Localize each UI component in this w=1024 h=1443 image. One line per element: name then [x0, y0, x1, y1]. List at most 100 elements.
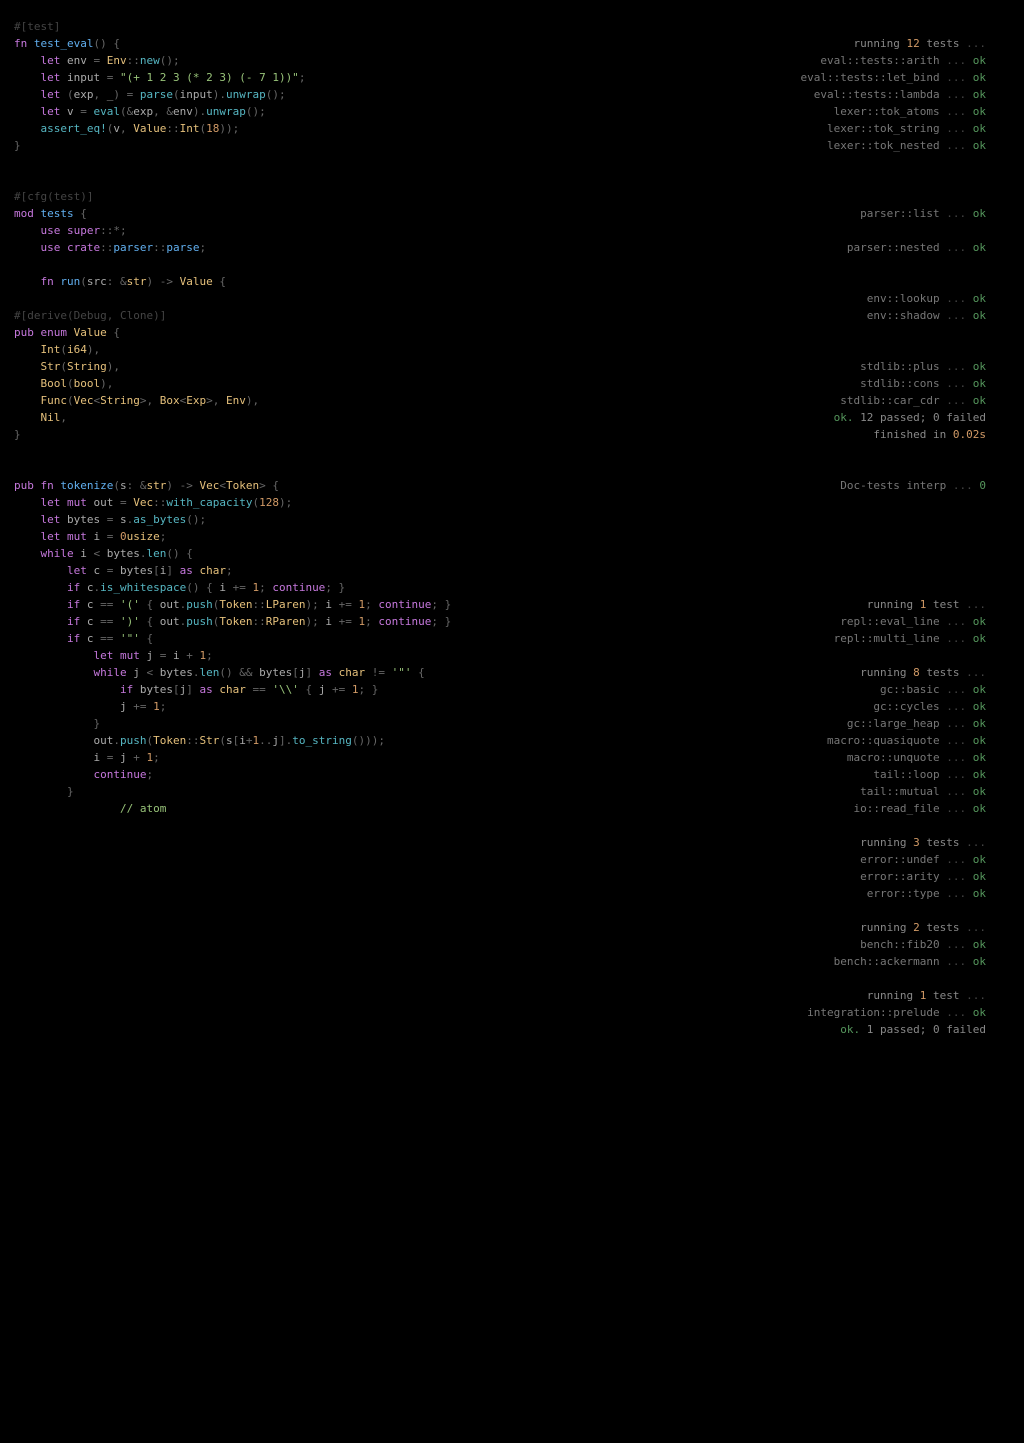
- code-line: Str(String),: [14, 358, 484, 375]
- test-result: ok: [973, 751, 986, 764]
- code-line: out.push(Token::Str(s[i+1..j].to_string(…: [14, 732, 484, 749]
- code-line: [14, 256, 484, 273]
- test-output-line: Doc-tests interp ... 0: [494, 477, 1010, 494]
- code-line: let bytes = s.as_bytes();: [14, 511, 484, 528]
- code-line: if c == ')' { out.push(Token::RParen); i…: [14, 613, 484, 630]
- test-location: macro::unquote: [847, 751, 940, 764]
- running-label: running: [860, 666, 906, 679]
- test-output-line: [494, 222, 1010, 239]
- test-output-line: eval::tests::arith ... ok: [494, 52, 1010, 69]
- test-output-line: [494, 647, 1010, 664]
- test-location: integration::prelude: [807, 1006, 939, 1019]
- test-location: tail::mutual: [860, 785, 939, 798]
- test-location: error::type: [867, 887, 940, 900]
- test-result: ok: [973, 938, 986, 951]
- test-output-line: macro::quasiquote ... ok: [494, 732, 1010, 749]
- test-output-line: io::read_file ... ok: [494, 800, 1010, 817]
- code-line: assert_eq!(v, Value::Int(18));: [14, 120, 484, 137]
- test-result: ok: [973, 122, 986, 135]
- test-summary: 1 passed; 0 failed: [867, 1023, 986, 1036]
- test-output-line: [494, 460, 1010, 477]
- test-output-line: error::undef ... ok: [494, 851, 1010, 868]
- test-output-line: [494, 579, 1010, 596]
- test-output-line: repl::eval_line ... ok: [494, 613, 1010, 630]
- code-line: let mut i = 0usize;: [14, 528, 484, 545]
- code-line: let mut j = i + 1;: [14, 647, 484, 664]
- test-location: lexer::tok_atoms: [834, 105, 940, 118]
- test-result: ok: [973, 768, 986, 781]
- test-result: ok: [973, 54, 986, 67]
- test-result: ok: [973, 717, 986, 730]
- test-location: parser::list: [860, 207, 939, 220]
- code-line: let mut out = Vec::with_capacity(128);: [14, 494, 484, 511]
- test-count: 2: [913, 921, 920, 934]
- test-output-line: running 1 test ...: [494, 987, 1010, 1004]
- test-output-line: [494, 154, 1010, 171]
- test-location: stdlib::cons: [860, 377, 939, 390]
- test-output-line: bench::ackermann ... ok: [494, 953, 1010, 970]
- test-output-line: gc::basic ... ok: [494, 681, 1010, 698]
- test-output-line: [494, 443, 1010, 460]
- test-result: ok: [973, 241, 986, 254]
- test-output-line: [494, 562, 1010, 579]
- test-location: error::arity: [860, 870, 939, 883]
- code-line: let input = "(+ 1 2 3 (* 2 3) (- 7 1))";: [14, 69, 484, 86]
- test-location: error::undef: [860, 853, 939, 866]
- test-result: ok: [973, 955, 986, 968]
- test-output-line: error::type ... ok: [494, 885, 1010, 902]
- test-output-line: [494, 341, 1010, 358]
- code-line: let env = Env::new();: [14, 52, 484, 69]
- test-output-pane: running 12 tests ...eval::tests::arith .…: [484, 18, 1010, 1038]
- terminal-pane-split: #[test] fn test_eval() { let env = Env::…: [0, 0, 1024, 1056]
- test-result: ok: [973, 105, 986, 118]
- test-result: ok: [973, 615, 986, 628]
- test-result: ok: [973, 870, 986, 883]
- test-output-line: tail::mutual ... ok: [494, 783, 1010, 800]
- test-location: lexer::tok_nested: [827, 139, 940, 152]
- test-output-line: [494, 970, 1010, 987]
- code-line: }: [14, 715, 484, 732]
- test-output-line: [494, 273, 1010, 290]
- test-result: ok: [973, 887, 986, 900]
- code-line: #[cfg(test)]: [14, 188, 484, 205]
- code-line: [14, 290, 484, 307]
- code-line: Func(Vec<String>, Box<Exp>, Env),: [14, 392, 484, 409]
- code-line: Int(i64),: [14, 341, 484, 358]
- code-line: while i < bytes.len() {: [14, 545, 484, 562]
- code-line: let v = eval(&exp, &env).unwrap();: [14, 103, 484, 120]
- test-result: ok: [973, 683, 986, 696]
- code-line: }: [14, 426, 484, 443]
- code-line: [14, 171, 484, 188]
- test-location: eval::tests::arith: [820, 54, 939, 67]
- code-line: use super::*;: [14, 222, 484, 239]
- test-output-line: running 2 tests ...: [494, 919, 1010, 936]
- test-output-line: running 3 tests ...: [494, 834, 1010, 851]
- test-location: tail::loop: [873, 768, 939, 781]
- test-result: ok: [973, 139, 986, 152]
- test-output-line: integration::prelude ... ok: [494, 1004, 1010, 1021]
- test-result: ok: [973, 292, 986, 305]
- code-line: [14, 460, 484, 477]
- test-output-line: env::lookup ... ok: [494, 290, 1010, 307]
- test-output-line: [494, 511, 1010, 528]
- test-location: eval::tests::lambda: [814, 88, 940, 101]
- test-location: parser::nested: [847, 241, 940, 254]
- test-count: 3: [913, 836, 920, 849]
- test-result: ok: [973, 71, 986, 84]
- test-output-line: repl::multi_line ... ok: [494, 630, 1010, 647]
- test-count: 12: [907, 37, 920, 50]
- test-count: 1: [920, 989, 927, 1002]
- code-line: if c.is_whitespace() { i += 1; continue;…: [14, 579, 484, 596]
- code-line: fn run(src: &str) -> Value {: [14, 273, 484, 290]
- test-output-line: [494, 256, 1010, 273]
- test-location: repl::multi_line: [834, 632, 940, 645]
- code-line: pub enum Value {: [14, 324, 484, 341]
- test-location: gc::large_heap: [847, 717, 940, 730]
- test-output-line: bench::fib20 ... ok: [494, 936, 1010, 953]
- code-line: #[derive(Debug, Clone)]: [14, 307, 484, 324]
- test-output-line: stdlib::plus ... ok: [494, 358, 1010, 375]
- code-pane: #[test] fn test_eval() { let env = Env::…: [14, 18, 484, 1038]
- test-output-line: error::arity ... ok: [494, 868, 1010, 885]
- test-result: ok: [973, 734, 986, 747]
- test-output-line: [494, 324, 1010, 341]
